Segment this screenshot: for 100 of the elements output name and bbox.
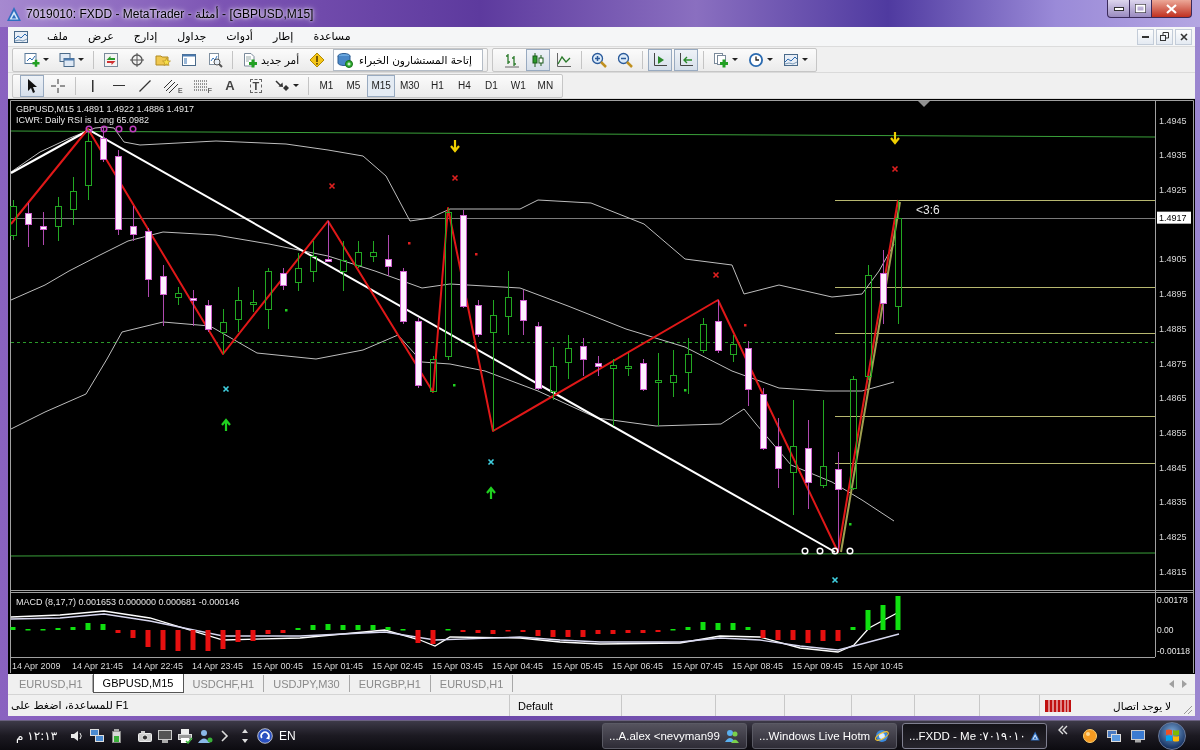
start-button[interactable] bbox=[1158, 721, 1186, 750]
close-button[interactable] bbox=[1152, 0, 1192, 18]
exchange-icon bbox=[103, 51, 119, 68]
macd-histogram-bar bbox=[850, 627, 856, 630]
cross-marker-icon bbox=[451, 174, 459, 182]
minimize-button[interactable] bbox=[1107, 0, 1130, 18]
timeframe-button[interactable]: H1 bbox=[424, 74, 451, 97]
menu-item[interactable]: ملف bbox=[37, 27, 78, 46]
menu-item[interactable]: إدارج bbox=[123, 27, 168, 46]
bearish-candle bbox=[475, 299, 482, 338]
price-label: 1.4815 bbox=[1159, 566, 1187, 577]
candlestick-chart-button[interactable] bbox=[525, 48, 550, 71]
network-icon[interactable] bbox=[89, 727, 106, 744]
restore-button[interactable] bbox=[1156, 28, 1173, 45]
menu-item[interactable]: مساعدة bbox=[303, 27, 361, 46]
bullish-candle bbox=[355, 240, 362, 269]
bearish-candle bbox=[715, 299, 722, 354]
taskbar-window-button[interactable]: ...FXDD - Me :٧٠١٩٠١٠ bbox=[902, 722, 1047, 749]
cross-marker-icon bbox=[891, 165, 899, 173]
menu-item[interactable]: أدوات bbox=[216, 27, 263, 46]
menu-item[interactable]: جداول bbox=[167, 27, 217, 46]
new-order-button[interactable]: أمر جديد bbox=[238, 48, 304, 71]
triangle-marker-icon bbox=[918, 101, 930, 107]
stacked-windows-icon[interactable] bbox=[1106, 727, 1122, 744]
printer-icon[interactable] bbox=[177, 727, 194, 744]
menu-item[interactable]: إطار bbox=[262, 27, 304, 46]
taskbar-window-button[interactable]: ...A.alex <nevyman99 bbox=[602, 722, 747, 749]
timeframe-button[interactable]: M5 bbox=[340, 74, 367, 97]
bullish-candle bbox=[70, 176, 77, 226]
price-label: 1.4935 bbox=[1159, 150, 1187, 161]
time-label: 15 Apr 08:45 bbox=[732, 660, 784, 671]
dotted-lines-icon bbox=[192, 79, 209, 92]
up-arrow-icon bbox=[220, 418, 232, 433]
monitor-icon[interactable] bbox=[157, 727, 174, 744]
macd-histogram-bar bbox=[595, 630, 601, 634]
bullish-candle bbox=[565, 334, 572, 380]
macd-histogram-bar bbox=[205, 630, 211, 651]
macd-histogram-bar bbox=[790, 630, 796, 640]
macd-histogram-bar bbox=[130, 630, 136, 638]
bullish-candle bbox=[550, 346, 557, 401]
macd-header: MACD (8,17,7) 0.001653 0.000000 0.000681 -0.000146 bbox=[16, 596, 240, 607]
macd-histogram-bar bbox=[85, 623, 91, 630]
crosshair-icon bbox=[50, 77, 66, 94]
target-icon bbox=[129, 51, 145, 68]
clock[interactable]: ١٢:١٣ م bbox=[16, 728, 58, 743]
cylinder-plus-icon bbox=[337, 51, 354, 68]
dot-marker-icon bbox=[408, 242, 411, 245]
macd-histogram-bar bbox=[610, 630, 616, 634]
menu-item[interactable]: عرض bbox=[77, 27, 124, 46]
chart-window-icon[interactable] bbox=[13, 28, 29, 45]
macd-histogram-bar bbox=[625, 630, 631, 633]
language-indicator[interactable]: EN bbox=[279, 728, 296, 743]
bullish-candle bbox=[310, 240, 317, 283]
bearish-candle bbox=[760, 387, 767, 451]
timeframe-button[interactable]: M15 bbox=[367, 74, 395, 97]
price-label: 1.4905 bbox=[1159, 254, 1187, 265]
timeframe-button[interactable]: M1 bbox=[313, 74, 340, 97]
chart-tab[interactable]: GBPUSD,M15 bbox=[92, 674, 184, 693]
cross-marker-icon bbox=[222, 385, 230, 393]
text-tool-button[interactable]: A bbox=[217, 74, 242, 97]
bearish-candle bbox=[100, 127, 107, 163]
macd-histogram-bar bbox=[340, 625, 346, 630]
up-arrow-icon bbox=[485, 486, 497, 501]
chart-shift-button[interactable] bbox=[647, 48, 672, 71]
macd-histogram-bar bbox=[385, 627, 391, 630]
connection-bars-icon bbox=[1045, 699, 1071, 712]
timeframe-button[interactable]: W1 bbox=[505, 74, 532, 97]
circle-marker-icon bbox=[129, 125, 137, 133]
desktop-icon[interactable] bbox=[1130, 727, 1146, 744]
caret-icon bbox=[292, 84, 299, 87]
caret-icon bbox=[731, 58, 738, 61]
taskbar-window-button[interactable]: ...Windows Live Hotm bbox=[752, 722, 897, 749]
auto-scroll-icon bbox=[677, 51, 694, 68]
auto-scroll-button[interactable] bbox=[673, 48, 698, 71]
timeframe-button[interactable]: MN bbox=[532, 74, 559, 97]
exclamation-diamond-icon bbox=[309, 51, 326, 68]
triangle-logo-icon bbox=[6, 5, 22, 22]
timeframe-button[interactable]: D1 bbox=[478, 74, 505, 97]
expert-advisors-button[interactable]: إتاحة المستشارون الخبراء bbox=[333, 48, 483, 71]
bullish-candle bbox=[265, 267, 272, 330]
time-label: 15 Apr 04:45 bbox=[492, 660, 544, 671]
text-label-button[interactable]: T bbox=[243, 74, 268, 97]
cursor-button[interactable] bbox=[20, 74, 44, 97]
close-icon bbox=[1166, 3, 1177, 14]
time-label: 14 Apr 2009 bbox=[12, 660, 61, 671]
bullish-candle bbox=[10, 199, 17, 241]
ball-icon[interactable] bbox=[1082, 727, 1098, 744]
bearish-candle bbox=[580, 337, 587, 377]
timeframe-button[interactable]: M30 bbox=[395, 74, 424, 97]
timeframe-button[interactable]: H4 bbox=[451, 74, 478, 97]
candlestick-icon bbox=[529, 51, 546, 68]
refresh-circle-icon[interactable] bbox=[257, 727, 274, 744]
price-label: 1.4875 bbox=[1159, 358, 1187, 369]
zoom-in-icon bbox=[590, 51, 607, 68]
macd-histogram-bar bbox=[145, 630, 151, 647]
double-chevron-icon[interactable] bbox=[1056, 724, 1068, 736]
maximize-button[interactable] bbox=[1130, 0, 1152, 18]
resize-grip-icon[interactable] bbox=[1181, 703, 1193, 715]
bullish-candle bbox=[175, 286, 182, 306]
person-icon[interactable] bbox=[197, 727, 214, 744]
